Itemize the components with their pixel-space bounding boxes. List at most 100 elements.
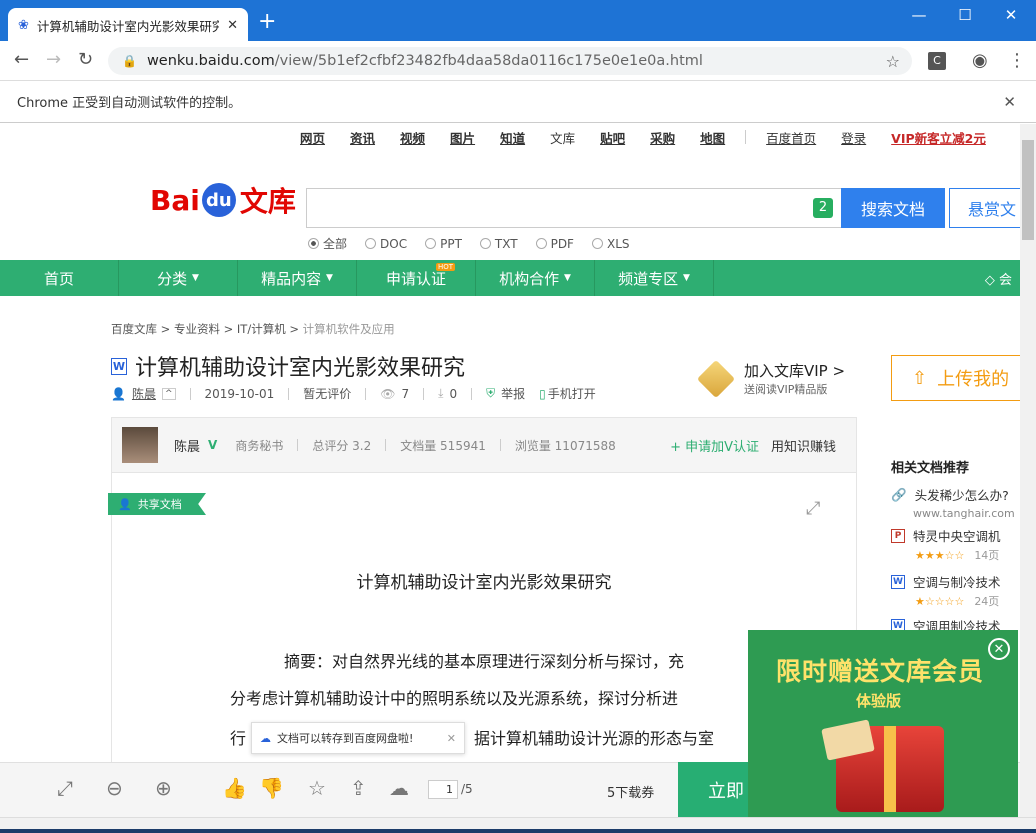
- topnav-zhidao[interactable]: 知道: [500, 128, 525, 147]
- apply-v-link[interactable]: + 申请加V认证: [670, 436, 759, 455]
- topnav-video[interactable]: 视频: [400, 128, 425, 147]
- related-item[interactable]: 🔗 头发稀少怎么办?: [891, 485, 1009, 504]
- topnav-caigou[interactable]: 采购: [650, 128, 675, 147]
- bookmark-star-icon[interactable]: ☆: [886, 52, 900, 71]
- vip-subtitle: 送阅读VIP精品版: [744, 383, 828, 396]
- divider: [499, 439, 501, 451]
- nav-certify[interactable]: 申请认证 HOT: [357, 260, 476, 296]
- top-nav: 网页 资讯 视频 图片 知道 文库 贴吧 采购 地图 百度首页 登录 VIP新客…: [300, 128, 1011, 147]
- word-doc-icon: W: [111, 357, 127, 375]
- mobile-open-link[interactable]: 手机打开: [548, 385, 596, 402]
- doc-rating: 暂无评价: [303, 387, 352, 401]
- topnav-news[interactable]: 资讯: [350, 128, 375, 147]
- doc-meta: 👤 陈晨 ^ 2019-10-01 暂无评价 👁 7 ⤓ 0 ⛨ 举报 ▯ 手机…: [111, 385, 596, 402]
- new-tab-button[interactable]: +: [258, 11, 276, 33]
- automation-infobar: Chrome 正受到自动测试软件的控制。 ✕: [0, 81, 1036, 123]
- filter-xls[interactable]: XLS: [591, 235, 630, 252]
- vip-diamond-icon: [696, 359, 736, 398]
- zoom-in-icon[interactable]: ⊕: [155, 776, 172, 800]
- extension-icon[interactable]: C: [928, 52, 946, 70]
- forward-icon[interactable]: →: [46, 49, 61, 70]
- topnav-vip-promo[interactable]: VIP新客立减2元: [891, 128, 986, 147]
- topnav-map[interactable]: 地图: [700, 128, 725, 147]
- page-title: 计算机辅助设计室内光影效果研究: [135, 356, 466, 381]
- address-bar[interactable]: 🔒 wenku.baidu.com /view/5b1ef2cfbf23482f…: [108, 47, 912, 75]
- filter-doc[interactable]: DOC: [365, 235, 407, 252]
- close-tab-icon[interactable]: ✕: [227, 18, 238, 33]
- share-icon[interactable]: ⇪: [350, 776, 367, 800]
- maximize-button[interactable]: ☐: [942, 6, 988, 24]
- vip-gift-popup[interactable]: 限时赠送文库会员 体验版 ✕: [748, 630, 1018, 817]
- minimize-button[interactable]: —: [896, 6, 942, 24]
- topnav-login[interactable]: 登录: [841, 128, 866, 147]
- nav-premium[interactable]: 精品内容 ▼: [238, 260, 357, 296]
- close-window-button[interactable]: ✕: [988, 6, 1034, 24]
- crumb-wenku[interactable]: 百度文库: [111, 322, 157, 336]
- ask-button[interactable]: 悬赏文: [949, 188, 1020, 228]
- favorite-star-icon[interactable]: ☆: [308, 776, 326, 800]
- page-number-input[interactable]: 1: [428, 780, 458, 799]
- topnav-home[interactable]: 百度首页: [766, 128, 816, 147]
- scrollbar-thumb[interactable]: [1022, 140, 1034, 240]
- topnav-images[interactable]: 图片: [450, 128, 475, 147]
- related-item[interactable]: W 空调与制冷技术: [891, 572, 1001, 591]
- author-name[interactable]: 陈晨: [174, 436, 200, 455]
- menu-icon[interactable]: ⋮: [1008, 50, 1026, 71]
- vip-title: 加入文库VIP >: [744, 362, 846, 380]
- search-input[interactable]: [306, 188, 841, 228]
- divider: [189, 387, 191, 400]
- search-button[interactable]: 搜索文档: [841, 188, 945, 228]
- author-link[interactable]: 陈晨: [132, 385, 156, 402]
- infobar-close-icon[interactable]: ✕: [1003, 93, 1016, 111]
- zoom-out-icon[interactable]: ⊖: [106, 776, 123, 800]
- topnav-tieba[interactable]: 贴吧: [600, 128, 625, 147]
- vip-promo[interactable]: 加入文库VIP > 送阅读VIP精品版: [696, 359, 846, 398]
- back-icon[interactable]: ←: [14, 49, 29, 70]
- author-bar: 陈晨 V 商务秘书 总评分 3.2 文档量 515941 浏览量 1107158…: [111, 417, 857, 473]
- related-title: 相关文档推荐: [891, 461, 970, 476]
- expand-icon[interactable]: ^: [161, 387, 176, 400]
- baidu-wenku-logo[interactable]: Bai du 文库: [150, 180, 296, 220]
- thumbs-down-icon[interactable]: 👎: [259, 776, 284, 800]
- nav-partners[interactable]: 机构合作 ▼: [476, 260, 595, 296]
- browser-tab[interactable]: ❀ 计算机辅助设计室内光影效果研究 ✕: [8, 8, 248, 42]
- nav-member[interactable]: ◇ 会: [985, 269, 1012, 288]
- radio-icon: [308, 238, 319, 249]
- topnav-wenku[interactable]: 文库: [550, 128, 575, 147]
- avatar[interactable]: [122, 427, 158, 463]
- content-line: 摘要：对自然界光线的基本原理进行深刻分析与探讨，充: [284, 652, 685, 671]
- promo-close-icon[interactable]: ✕: [988, 638, 1010, 660]
- filter-all[interactable]: 全部: [308, 235, 347, 252]
- shared-label: 共享文档: [137, 498, 182, 511]
- link-icon: 🔗: [891, 486, 907, 502]
- crumb-pro[interactable]: 专业资料: [174, 322, 220, 336]
- fullscreen-icon[interactable]: ⤢: [57, 776, 73, 800]
- divider: [385, 439, 387, 451]
- search-count-badge: 2: [813, 198, 833, 218]
- toast-close-icon[interactable]: ✕: [447, 732, 456, 745]
- crumb-it[interactable]: IT/计算机: [237, 322, 286, 336]
- related-rating: ★★★☆☆ 14页: [915, 549, 1000, 562]
- topnav-web[interactable]: 网页: [300, 128, 325, 147]
- nav-home[interactable]: 首页: [0, 260, 119, 296]
- nav-channels[interactable]: 频道专区 ▼: [595, 260, 714, 296]
- related-item[interactable]: P 特灵中央空调机: [891, 526, 1001, 545]
- upload-button[interactable]: ⇧ 上传我的: [891, 355, 1020, 401]
- logo-paw-icon: du: [201, 183, 236, 217]
- filter-txt[interactable]: TXT: [479, 235, 518, 252]
- cloud-save-icon[interactable]: ☁: [389, 776, 409, 800]
- fullscreen-icon[interactable]: ⤢: [806, 498, 820, 519]
- nav-category[interactable]: 分类 ▼: [119, 260, 238, 296]
- profile-icon[interactable]: ◉: [972, 50, 988, 71]
- filter-ppt[interactable]: PPT: [425, 235, 462, 252]
- promo-subline: 体验版: [856, 692, 902, 710]
- thumbs-up-icon[interactable]: 👍: [222, 776, 247, 800]
- reload-icon[interactable]: ↻: [78, 49, 93, 70]
- filter-pdf[interactable]: PDF: [535, 235, 574, 252]
- user-icon: 👤: [111, 386, 126, 401]
- content-title: 计算机辅助设计室内光影效果研究: [356, 573, 612, 593]
- crumb-software[interactable]: 计算机软件及应用: [303, 322, 395, 336]
- upload-arrow-icon: ⇧: [912, 367, 928, 389]
- earn-link[interactable]: 用知识赚钱: [771, 436, 836, 455]
- report-link[interactable]: 举报: [501, 385, 525, 402]
